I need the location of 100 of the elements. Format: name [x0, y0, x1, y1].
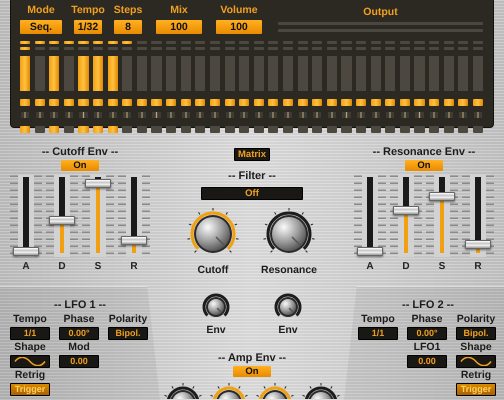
slider-groove	[23, 177, 29, 246]
step-button[interactable]	[64, 99, 74, 106]
value-field[interactable]: 0.00	[59, 355, 99, 368]
step-button[interactable]	[20, 99, 30, 106]
toggle-button[interactable]: On	[405, 160, 443, 171]
slider-label: D	[402, 261, 410, 272]
section-title: -- Resonance Env --	[372, 146, 476, 159]
value-field[interactable]: Bipol.	[108, 327, 148, 340]
step-button[interactable]	[254, 99, 264, 106]
value-field[interactable]: 1/1	[10, 327, 50, 340]
param-label: Retrig	[460, 369, 492, 382]
step-button[interactable]	[136, 99, 147, 106]
step-button[interactable]	[122, 99, 132, 106]
step-button[interactable]	[180, 99, 191, 106]
step-button[interactable]	[472, 99, 483, 106]
slider-thumb[interactable]	[393, 206, 419, 215]
slider-thumb[interactable]	[429, 192, 455, 202]
slider-fill	[404, 214, 408, 253]
wave-selector[interactable]	[456, 355, 496, 368]
param-label: Phase	[412, 313, 442, 326]
knob-label: Env	[278, 324, 298, 336]
step-button[interactable]	[282, 99, 294, 106]
step-button[interactable]	[326, 99, 337, 106]
filter-mode-field[interactable]: Off	[201, 187, 303, 200]
step-button[interactable]	[210, 99, 220, 106]
slider-thumb[interactable]	[121, 236, 147, 246]
slider-thumb[interactable]	[357, 246, 383, 256]
slider-fill	[476, 248, 480, 253]
value-field[interactable]: 1/1	[358, 327, 398, 340]
slider-thumb[interactable]	[13, 246, 39, 256]
param-label: Shape	[460, 341, 492, 354]
slider-thumb[interactable]	[465, 240, 491, 249]
knob[interactable]	[301, 383, 341, 399]
toggle-button[interactable]: On	[61, 160, 99, 171]
knob-label: Resonance	[260, 264, 318, 276]
slider-fill	[132, 245, 136, 253]
step-button[interactable]	[224, 99, 235, 106]
control-label: Volume	[220, 4, 258, 16]
step-button[interactable]	[166, 99, 176, 106]
slider-fill	[60, 224, 64, 253]
param-label: Retrig	[14, 369, 46, 382]
slider-groove	[131, 177, 137, 236]
slider-thumb[interactable]	[49, 216, 75, 225]
slider-groove	[367, 177, 373, 246]
wave-selector[interactable]	[10, 355, 50, 368]
value-field[interactable]: 100	[216, 20, 262, 34]
slider-label: R	[130, 261, 138, 272]
value-field[interactable]: 0.00°	[59, 327, 99, 340]
step-button[interactable]	[49, 99, 60, 106]
step-button[interactable]	[268, 99, 278, 106]
value-field[interactable]: 100	[156, 20, 202, 34]
matrix-button[interactable]: Matrix	[234, 148, 270, 161]
step-button[interactable]	[458, 99, 468, 106]
section-title: -- Filter --	[228, 170, 276, 183]
knob[interactable]	[209, 383, 249, 399]
slider-groove	[439, 177, 445, 192]
step-button[interactable]	[195, 99, 206, 106]
step-button[interactable]	[356, 99, 366, 106]
slider-thumb[interactable]	[85, 178, 111, 188]
control-label: Steps	[114, 4, 142, 16]
knob[interactable]	[255, 383, 295, 399]
step-button[interactable]	[298, 99, 308, 106]
step-bar[interactable]	[93, 56, 104, 91]
step-button[interactable]	[312, 99, 322, 106]
step-button[interactable]	[385, 99, 396, 106]
section-title: -- LFO 1 --	[53, 299, 107, 312]
step-button[interactable]	[429, 99, 440, 106]
value-field[interactable]: 0.00	[407, 355, 447, 368]
step-bar[interactable]	[49, 56, 60, 91]
param-label: Polarity	[108, 313, 148, 326]
slider-fill	[96, 188, 100, 253]
slider-label: A	[22, 261, 30, 272]
knob[interactable]	[163, 383, 203, 399]
slider-groove	[403, 177, 409, 206]
slider-fill	[440, 201, 444, 253]
slider-label: D	[58, 261, 66, 272]
step-button[interactable]	[239, 99, 250, 106]
value-field[interactable]: Bipol.	[456, 327, 496, 340]
step-button[interactable]	[34, 99, 45, 106]
step-bar[interactable]	[108, 56, 118, 91]
sine-wave-icon	[460, 357, 492, 366]
step-button[interactable]	[444, 99, 454, 106]
step-button[interactable]	[108, 99, 118, 106]
control-label: Tempo	[71, 4, 105, 16]
value-field[interactable]: Seq.	[20, 20, 62, 34]
knob-label: Cutoff	[198, 264, 228, 276]
param-label: LFO1	[414, 341, 440, 354]
output-label: Output	[363, 6, 398, 18]
section-title: -- Cutoff Env --	[42, 146, 118, 159]
param-label: Tempo	[13, 313, 47, 326]
step-button[interactable]	[400, 99, 410, 106]
param-label: Phase	[64, 313, 94, 326]
step-button[interactable]	[93, 99, 104, 106]
control-label: Mix	[170, 4, 188, 16]
value-field[interactable]: 8	[114, 20, 142, 34]
value-field[interactable]: 1/32	[74, 20, 102, 34]
value-field[interactable]: 0.00°	[407, 327, 447, 340]
toggle-button[interactable]: On	[233, 366, 271, 377]
step-button[interactable]	[370, 99, 381, 106]
step-bar[interactable]	[20, 56, 30, 91]
